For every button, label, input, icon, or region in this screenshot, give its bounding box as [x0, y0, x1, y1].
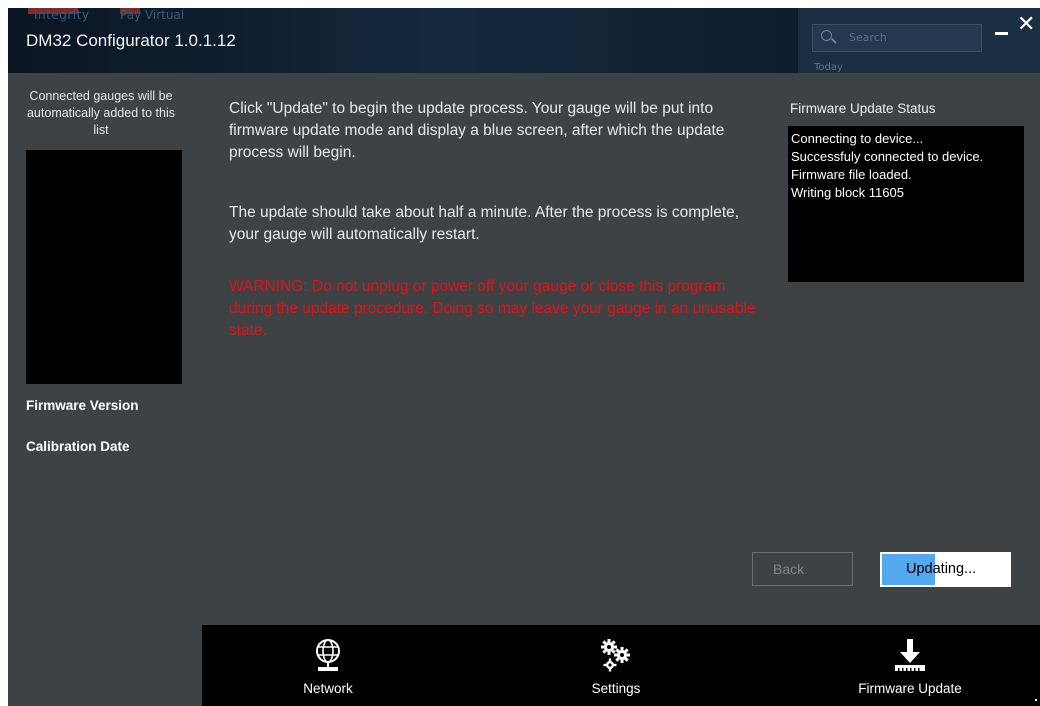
gauge-list-hint: Connected gauges will be automatically a…	[26, 89, 175, 137]
update-instructions: Click "Update" to begin the update proce…	[229, 100, 725, 161]
connected-gauges-list[interactable]	[26, 150, 182, 384]
status-log[interactable]: Connecting to device... Successfuly conn…	[788, 126, 1024, 282]
calibration-date-label: Calibration Date	[26, 439, 130, 454]
back-button[interactable]: Back	[752, 552, 853, 586]
nav-network[interactable]: Network	[238, 625, 418, 706]
minimize-button[interactable]	[993, 16, 1011, 38]
nav-settings[interactable]: Settings	[526, 625, 706, 706]
status-log-line: Connecting to device...	[791, 131, 924, 146]
title-bar[interactable]: Integrity Pay Virtual Search Today DM32 …	[8, 8, 1040, 73]
nav-network-label: Network	[303, 681, 353, 696]
desktop-shortcut-label: Pay Virtual	[120, 8, 185, 22]
status-log-line: Writing block 11605	[791, 185, 904, 200]
configurator-window: Integrity Pay Virtual Search Today DM32 …	[8, 8, 1040, 706]
network-globe-icon	[316, 639, 340, 671]
status-log-line: Successfuly connected to device.	[791, 149, 984, 164]
close-button[interactable]: ✕	[1017, 14, 1035, 36]
nav-settings-label: Settings	[591, 681, 641, 696]
bottom-navigation: Network Settings Firmware Update	[202, 625, 1040, 706]
resize-grip[interactable]	[1035, 699, 1037, 701]
status-log-line: Firmware file loaded.	[791, 167, 912, 182]
background-search-placeholder: Search	[849, 31, 887, 44]
update-warning: WARNING: Do not unplug or power off your…	[229, 278, 756, 339]
window-title: DM32 Configurator 1.0.1.12	[26, 31, 236, 50]
firmware-version-label: Firmware Version	[26, 398, 139, 413]
search-icon	[821, 30, 832, 41]
status-title: Firmware Update Status	[790, 101, 936, 116]
update-duration-note: The update should take about half a minu…	[229, 204, 740, 243]
desktop-shortcut-label: Integrity	[34, 8, 90, 22]
background-today-label: Today	[814, 62, 843, 73]
update-button[interactable]: Updating...	[880, 552, 1011, 587]
nav-firmware-update[interactable]: Firmware Update	[820, 625, 1000, 706]
nav-firmware-update-label: Firmware Update	[858, 681, 962, 696]
firmware-download-icon	[895, 639, 925, 671]
background-search-box: Search	[812, 24, 982, 52]
update-button-label: Updating...	[906, 561, 977, 577]
settings-gears-icon	[601, 639, 630, 672]
